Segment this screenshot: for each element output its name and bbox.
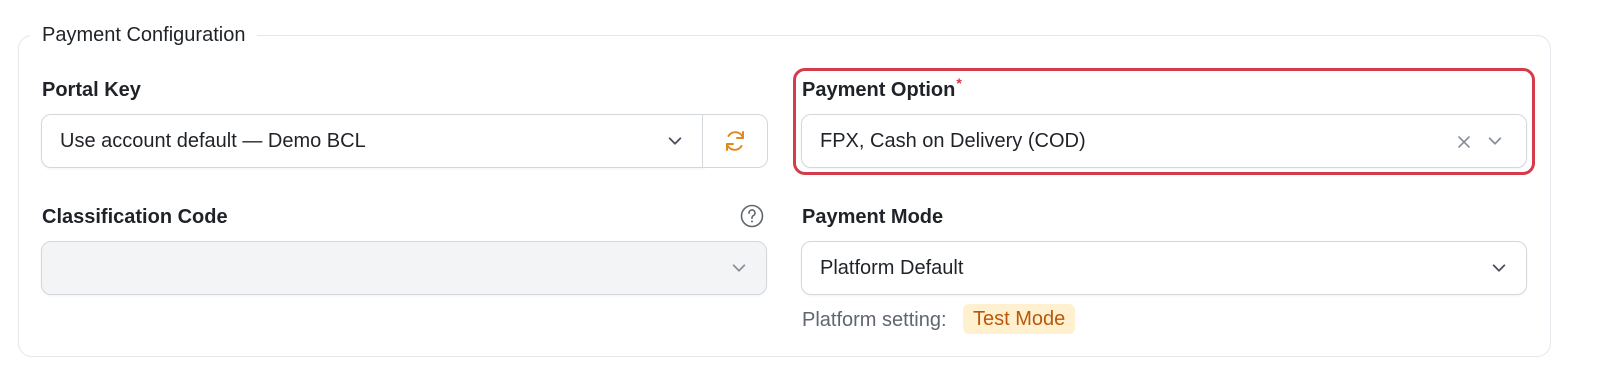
chevron-down-icon [1488, 137, 1502, 145]
chevron-down-icon [1492, 264, 1506, 272]
help-circle-icon[interactable] [740, 204, 764, 228]
payment-option-value: FPX, Cash on Delivery (COD) [820, 130, 1086, 152]
portal-key-refresh-button[interactable] [702, 114, 768, 168]
portal-key-value: Use account default — Demo BCL [60, 130, 366, 152]
payment-mode-select[interactable]: Platform Default [801, 241, 1527, 295]
close-icon[interactable] [1456, 134, 1472, 150]
payment-option-label-text: Payment Option [802, 79, 956, 101]
classification-code-label: Classification Code [42, 206, 228, 228]
chevron-down-icon [668, 137, 682, 145]
section-title: Payment Configuration [30, 20, 258, 50]
classification-code-select[interactable] [41, 241, 767, 295]
portal-key-label: Portal Key [42, 79, 141, 101]
payment-option-label: Payment Option* [802, 75, 962, 105]
payment-mode-value: Platform Default [820, 257, 964, 279]
status-badge: Test Mode [963, 304, 1076, 334]
required-mark: * [956, 75, 962, 91]
platform-setting-hint: Platform setting: [802, 309, 947, 331]
refresh-icon [726, 131, 744, 151]
payment-option-select[interactable]: FPX, Cash on Delivery (COD) [801, 114, 1527, 168]
chevron-down-icon [732, 264, 746, 272]
payment-mode-label: Payment Mode [802, 206, 944, 228]
portal-key-select[interactable]: Use account default — Demo BCL [41, 114, 705, 168]
